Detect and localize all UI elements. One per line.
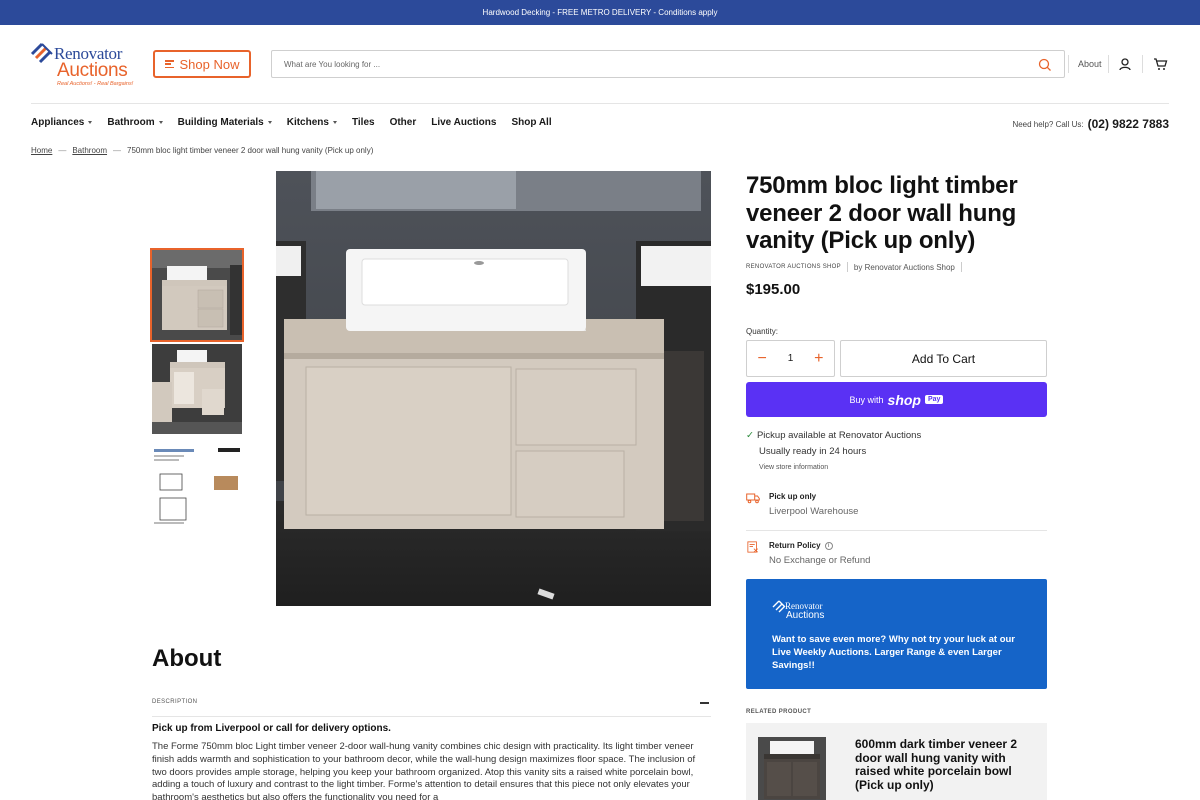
description-divider: [152, 716, 711, 717]
header-divider: [1068, 55, 1069, 73]
vanity-photo: [276, 171, 711, 606]
product-title: 750mm bloc light timber veneer 2 door wa…: [746, 172, 1018, 254]
product-thumbnail-1[interactable]: [150, 248, 244, 342]
feature-text: Liverpool Warehouse: [769, 506, 859, 517]
description-lead: Pick up from Liverpool or call for deliv…: [152, 723, 391, 734]
truck-icon: [746, 493, 760, 504]
description-toggle[interactable]: DESCRIPTION: [152, 699, 197, 705]
vendor-row: RENOVATOR AUCTIONS SHOP by Renovator Auc…: [746, 262, 962, 272]
user-icon[interactable]: [1118, 57, 1132, 71]
nav-item-bathroom[interactable]: Bathroom: [107, 117, 163, 128]
feature-title: Return Policy i: [769, 541, 833, 550]
description-body: The Forme 750mm bloc Light timber veneer…: [152, 741, 696, 800]
chevron-down-icon: [158, 121, 163, 124]
quantity-decrease-button[interactable]: −: [757, 350, 766, 367]
search-input[interactable]: What are You looking for ...: [284, 60, 380, 69]
nav-item-kitchens[interactable]: Kitchens: [287, 117, 337, 128]
feature-text: No Exchange or Refund: [769, 555, 871, 566]
cart-icon[interactable]: [1153, 57, 1168, 71]
vendor-divider: [960, 262, 962, 272]
add-to-cart-button[interactable]: Add To Cart: [840, 340, 1047, 377]
nav-item-live-auctions[interactable]: Live Auctions: [431, 117, 496, 128]
logo-text-auctions: Auctions: [57, 60, 128, 81]
related-product-title[interactable]: 600mm dark timber veneer 2 door wall hun…: [855, 737, 1035, 792]
header-divider: [1142, 55, 1143, 73]
chevron-down-icon: [267, 121, 272, 124]
menu-icon: [164, 60, 174, 68]
shop-pay-button[interactable]: Buy with shop Pay: [746, 382, 1047, 417]
collapse-icon[interactable]: [700, 702, 709, 704]
logo-tagline: Real Auctions! - Real Bargains!: [57, 81, 134, 87]
promo-logo: Renovator Auctions: [772, 599, 832, 623]
search-bar[interactable]: What are You looking for ...: [271, 50, 1065, 78]
vendor-name[interactable]: by Renovator Auctions Shop: [854, 263, 955, 272]
quantity-increase-button[interactable]: +: [814, 350, 823, 367]
site-logo[interactable]: Renovator Auctions Real Auctions! - Real…: [30, 38, 140, 92]
quantity-value[interactable]: 1: [788, 353, 794, 364]
shop-pay-prefix: Buy with: [849, 394, 884, 405]
breadcrumb-home[interactable]: Home: [31, 146, 52, 155]
feature-divider: [746, 530, 1047, 531]
live-auctions-promo[interactable]: Renovator Auctions Want to save even mor…: [746, 579, 1047, 689]
product-thumbnail-2[interactable]: [152, 344, 242, 434]
announcement-text[interactable]: Hardwood Decking - FREE METRO DELIVERY -…: [483, 8, 718, 17]
return-policy-icon: [747, 541, 758, 553]
chevron-down-icon: [332, 121, 337, 124]
breadcrumb: Home — Bathroom — 750mm bloc light timbe…: [31, 146, 373, 155]
info-icon[interactable]: i: [824, 541, 833, 550]
search-icon[interactable]: [1038, 58, 1052, 72]
vanity-open-photo-thumb: [152, 344, 242, 434]
about-heading: About: [152, 645, 222, 672]
nav-item-tiles[interactable]: Tiles: [352, 117, 375, 128]
chevron-down-icon: [88, 121, 93, 124]
product-thumbnail-3[interactable]: [152, 446, 242, 536]
header-divider: [1108, 55, 1109, 73]
breadcrumb-bathroom[interactable]: Bathroom: [72, 146, 107, 155]
logo-mark-icon: [30, 42, 53, 64]
vendor-divider: [846, 262, 848, 272]
shop-now-label: Shop Now: [179, 56, 240, 72]
feature-title: Pick up only: [769, 492, 817, 501]
help-text: Need help? Call Us:: [1012, 119, 1084, 129]
related-product-label: RELATED PRODUCT: [746, 709, 812, 715]
pickup-text: Pickup available at Renovator Auctions: [756, 430, 922, 441]
related-product-image[interactable]: [758, 737, 826, 800]
shop-pay-badge: Pay: [925, 395, 944, 404]
related-product-card[interactable]: 600mm dark timber veneer 2 door wall hun…: [746, 723, 1047, 800]
quantity-label: Quantity:: [746, 327, 779, 336]
pickup-ready-time: Usually ready in 24 hours: [759, 446, 867, 457]
nav-item-other[interactable]: Other: [390, 117, 417, 128]
breadcrumb-current: 750mm bloc light timber veneer 2 door wa…: [127, 146, 374, 155]
nav-item-shop-all[interactable]: Shop All: [511, 117, 551, 128]
announcement-bar[interactable]: Hardwood Decking - FREE METRO DELIVERY -…: [0, 0, 1200, 25]
pickup-availability: ✓ Pickup available at Renovator Auctions: [746, 430, 921, 441]
breadcrumb-separator: —: [113, 146, 122, 155]
promo-text: Want to save even more? Why not try your…: [772, 634, 1015, 671]
product-price: $195.00: [746, 281, 801, 298]
promo-logo-line2: Auctions: [786, 610, 825, 621]
phone-link[interactable]: (02) 9822 7883: [1088, 117, 1169, 131]
product-main-image[interactable]: [276, 171, 711, 606]
header-divider-line: [31, 103, 1169, 104]
shop-label[interactable]: RENOVATOR AUCTIONS SHOP: [746, 264, 841, 270]
nav-item-building-materials[interactable]: Building Materials: [178, 117, 272, 128]
spec-sheet-thumb: [152, 446, 242, 526]
help-contact: Need help? Call Us: (02) 9822 7883: [1012, 117, 1169, 131]
dark-vanity-photo: [758, 737, 826, 800]
shop-pay-logo: shop: [887, 391, 921, 408]
breadcrumb-separator: —: [58, 146, 67, 155]
vanity-photo-thumb: [152, 250, 242, 340]
check-icon: ✓: [746, 430, 754, 441]
about-link[interactable]: About: [1078, 59, 1102, 69]
shop-now-button[interactable]: Shop Now: [153, 50, 251, 78]
nav-item-appliances[interactable]: Appliances: [31, 117, 93, 128]
main-nav: Appliances Bathroom Building Materials K…: [31, 117, 567, 128]
view-store-info-link[interactable]: View store information: [759, 464, 828, 471]
quantity-stepper[interactable]: − 1 +: [746, 340, 835, 377]
